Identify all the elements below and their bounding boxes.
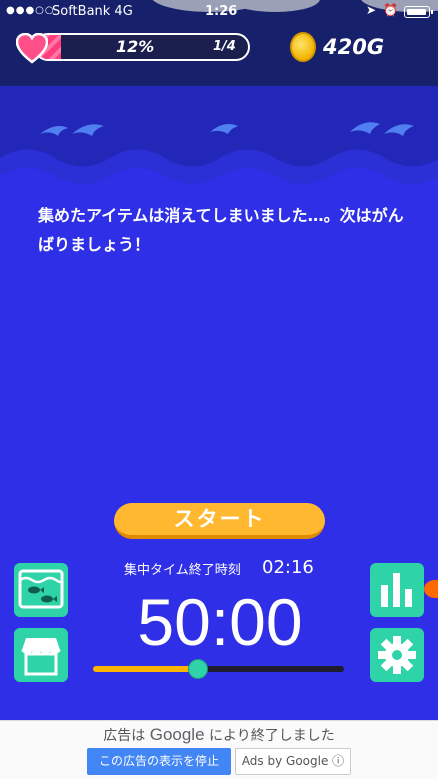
status-time: 1:26	[205, 4, 238, 19]
location-arrow-icon: ➤	[366, 3, 377, 17]
fish-decoration	[424, 580, 438, 598]
signal-strength: ●●●○○	[6, 5, 55, 16]
gold-amount: 420G	[323, 35, 385, 59]
app-screen: ●●●○○ SoftBank 4G 1:26 ➤ ⏰ 12% 1/4 420G …	[0, 0, 438, 720]
focus-end-label: 集中タイム終了時刻	[124, 563, 241, 578]
ads-by-google-button[interactable]: Ads by Google ⓘ	[235, 748, 351, 775]
stats-button[interactable]	[370, 563, 424, 617]
heart-icon	[16, 33, 48, 64]
coin-icon	[290, 32, 316, 62]
timer-display: 50:00	[137, 585, 303, 659]
result-message: 集めたアイテムは消えてしまいました…。次はがんばりましょう！	[38, 206, 404, 254]
status-bar: ●●●○○ SoftBank 4G 1:26 ➤ ⏰	[0, 0, 438, 24]
focus-end-time: 02:16	[262, 557, 314, 578]
ocean-waves	[0, 86, 438, 196]
hp-count: 1/4	[213, 39, 236, 54]
hp-percent: 12%	[116, 37, 155, 56]
settings-button[interactable]	[370, 628, 424, 682]
duration-slider[interactable]	[93, 659, 344, 679]
battery-icon	[404, 6, 433, 18]
shop-icon	[21, 638, 61, 676]
stop-ad-button[interactable]: この広告の表示を停止	[87, 748, 231, 775]
google-logo: Google	[149, 725, 205, 744]
bar-chart-icon	[381, 573, 412, 607]
slider-fill	[93, 666, 199, 672]
shop-button[interactable]	[14, 628, 68, 682]
aquarium-icon	[18, 569, 64, 609]
gear-icon	[378, 636, 416, 674]
alarm-clock-icon: ⏰	[383, 3, 398, 17]
start-button[interactable]: スタート	[114, 503, 325, 539]
slider-thumb[interactable]	[188, 659, 209, 679]
aquarium-button[interactable]	[14, 563, 68, 617]
ad-closed-message: 広告は Google により終了しました	[103, 725, 335, 744]
carrier-label: SoftBank 4G	[52, 4, 133, 19]
